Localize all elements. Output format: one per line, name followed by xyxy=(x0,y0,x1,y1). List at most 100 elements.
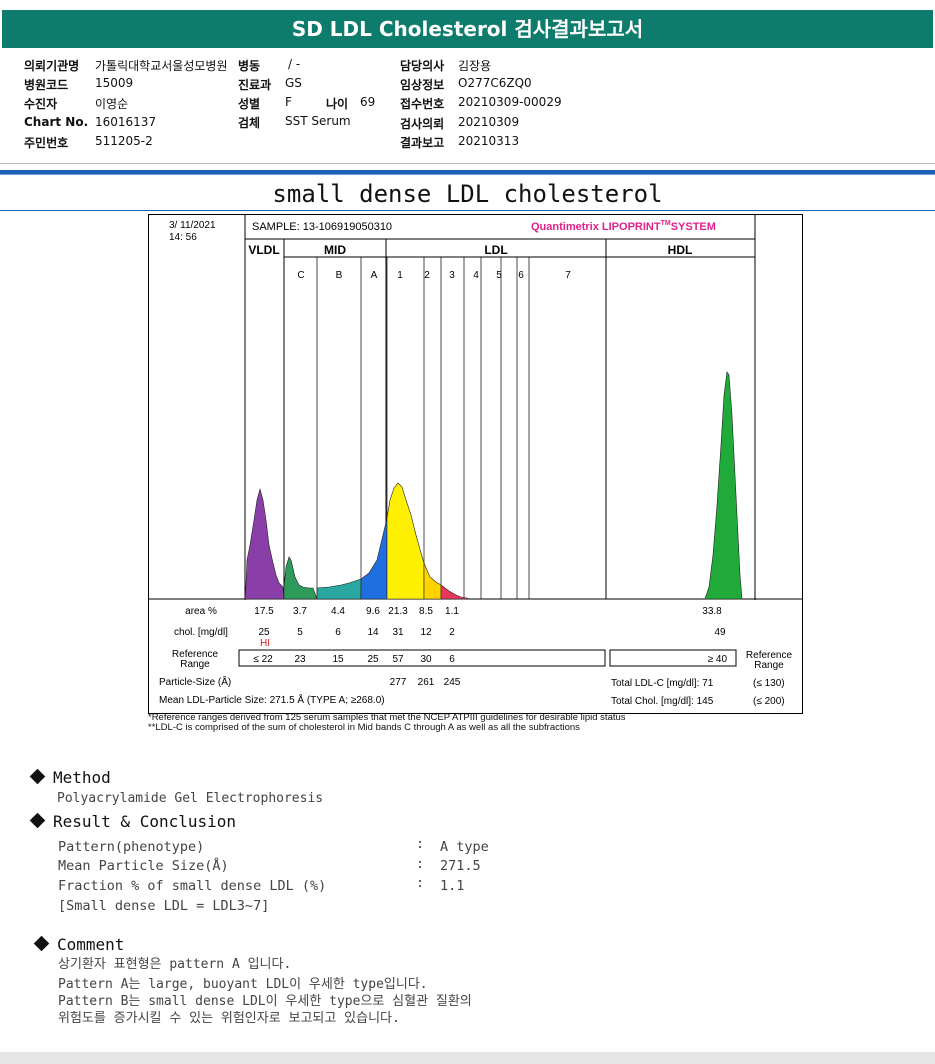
label-receipt-no: 접수번호 xyxy=(400,97,445,111)
band-label: 4 xyxy=(473,270,479,281)
ref-value: 57 xyxy=(392,654,404,665)
brand-tm: TM xyxy=(661,220,671,227)
brand-name: Quantimetrix LIPOPRINTTMSYSTEM xyxy=(531,220,716,233)
hdl-area: 33.8 xyxy=(702,606,722,617)
value-hospital-code: 15009 xyxy=(95,76,134,90)
label-specimen: 검체 xyxy=(238,116,261,130)
label-institution: 의뢰기관명 xyxy=(24,59,80,73)
band-label: 6 xyxy=(518,270,524,281)
label-resident-no: 주민번호 xyxy=(24,136,69,150)
value-age: 69 xyxy=(360,95,376,109)
result-value-pattern: A type xyxy=(440,839,489,855)
report-header: SD LDL Cholesterol 검사결과보고서 xyxy=(0,0,935,56)
band-values: 17.5 3.7 4.4 9.6 21.3 8.5 1.1 25 5 6 14 31 12 2 ≤ 22 23… xyxy=(253,606,460,688)
result-value-fraction: 1.1 xyxy=(440,878,465,894)
band-label: 7 xyxy=(565,270,571,281)
peak-hdl xyxy=(704,371,743,600)
group-label-mid: MID xyxy=(324,243,346,257)
band-labels: C B A 1 2 3 4 5 6 7 xyxy=(297,270,571,281)
label-department: 진료과 xyxy=(238,78,272,92)
brand-system: SYSTEM xyxy=(671,221,716,233)
chol-value: 5 xyxy=(297,627,303,638)
comment-line: 위험도를 증가시킬 수 있는 위험인자로 보고되고 있습니다. xyxy=(58,1011,400,1026)
diamond-icon xyxy=(33,935,50,952)
colon: : xyxy=(416,875,425,891)
colon: : xyxy=(416,856,425,872)
value-sex: F xyxy=(285,95,292,109)
lipoprint-graph: 3/ 11/2021 14: 56 SAMPLE: 13-10691905031… xyxy=(149,215,802,707)
comment-line: 상기환자 표현형은 pattern A 입니다. xyxy=(58,957,292,972)
result-label-fraction: Fraction % of small dense LDL (%) xyxy=(58,878,327,894)
total-chol: Total Chol. [mg/dl]: 145 xyxy=(611,696,714,707)
ref-value: 23 xyxy=(294,654,306,665)
page-footer-bar xyxy=(0,1052,935,1064)
ref-value: 30 xyxy=(420,654,432,665)
peak-vldl xyxy=(244,487,285,600)
ref-value: ≤ 22 xyxy=(253,654,273,665)
group-label-hdl: HDL xyxy=(668,243,693,257)
footnote-2: **LDL-C is comprised of the sum of chole… xyxy=(148,722,580,733)
value-receipt-no: 20210309-00029 xyxy=(458,95,562,109)
peak-mid-b xyxy=(316,578,362,600)
colon: : xyxy=(416,836,425,852)
value-patient: 이영순 xyxy=(95,97,129,111)
band-dividers xyxy=(316,257,530,599)
band-label: 5 xyxy=(496,270,502,281)
band-label: 3 xyxy=(449,270,455,281)
chol-value: 6 xyxy=(335,627,341,638)
band-label: 2 xyxy=(424,270,430,281)
hdl-ref: ≥ 40 xyxy=(708,654,728,665)
label-doctor: 담당의사 xyxy=(400,59,445,73)
band-label: C xyxy=(297,270,304,281)
report-time: 14: 56 xyxy=(169,232,197,243)
label-report-date: 결과보고 xyxy=(400,136,445,150)
area-value: 9.6 xyxy=(366,606,380,617)
comment-heading: Comment xyxy=(33,935,124,954)
ref-value: 15 xyxy=(332,654,344,665)
value-chart-no: 16016137 xyxy=(95,115,157,129)
row-label-particle-size: Particle-Size (Å) xyxy=(159,675,231,688)
subtitle: small dense LDL cholesterol xyxy=(272,180,663,208)
label-age: 나이 xyxy=(326,97,349,111)
brand-main: Quantimetrix LIPOPRINT xyxy=(531,221,661,233)
peak-ldl-1 xyxy=(386,482,425,600)
area-value: 17.5 xyxy=(254,606,274,617)
peak-ldl-3 xyxy=(440,584,470,600)
row-label-chol: chol. [mg/dl] xyxy=(174,627,228,638)
particle-size-value: 277 xyxy=(390,677,407,688)
report-date: 3/ 11/2021 xyxy=(169,220,216,231)
result-note: [Small dense LDL = LDL3~7] xyxy=(58,898,270,914)
peak-ldl-2 xyxy=(423,562,442,600)
value-doctor: 김장용 xyxy=(458,59,492,73)
area-value: 8.5 xyxy=(419,606,433,617)
method-text: Polyacrylamide Gel Electrophoresis xyxy=(57,791,324,806)
result-label-pattern: Pattern(phenotype) xyxy=(58,839,205,855)
total-chol-ref: (≤ 200) xyxy=(753,696,785,707)
area-value: 4.4 xyxy=(331,606,345,617)
label-patient: 수진자 xyxy=(24,97,58,111)
label-sex: 성별 xyxy=(238,97,261,111)
chol-value: 25 xyxy=(258,627,270,638)
diamond-icon xyxy=(29,812,46,829)
particle-size-value: 261 xyxy=(418,677,435,688)
report-title: SD LDL Cholesterol 검사결과보고서 xyxy=(2,10,933,48)
lipoprint-report: 3/ 11/2021 14: 56 SAMPLE: 13-10691905031… xyxy=(148,214,803,714)
hi-flag: HI xyxy=(260,638,270,649)
label-ward: 병동 xyxy=(238,59,261,73)
band-label: A xyxy=(371,270,378,281)
group-label-ldl: LDL xyxy=(484,243,507,257)
divider-blue-bottom xyxy=(0,210,935,211)
value-specimen: SST Serum xyxy=(285,114,351,128)
sample-id: SAMPLE: 13-106919050310 xyxy=(252,221,392,233)
label-clinical-info: 임상정보 xyxy=(400,78,445,92)
total-ldl-c-ref: (≤ 130) xyxy=(753,678,785,689)
peak-mid-a xyxy=(360,517,388,600)
result-value-mean-size: 271.5 xyxy=(440,858,481,874)
value-ward: / - xyxy=(288,57,301,71)
chol-value: 14 xyxy=(367,627,379,638)
result-label-mean-size: Mean Particle Size(Å) xyxy=(58,858,229,874)
ref-right-2: Range xyxy=(754,660,784,671)
value-institution: 가톨릭대학교서울성모병원 xyxy=(95,59,228,73)
label-request-date: 검사의뢰 xyxy=(400,117,445,131)
group-label-vldl: VLDL xyxy=(248,243,279,257)
